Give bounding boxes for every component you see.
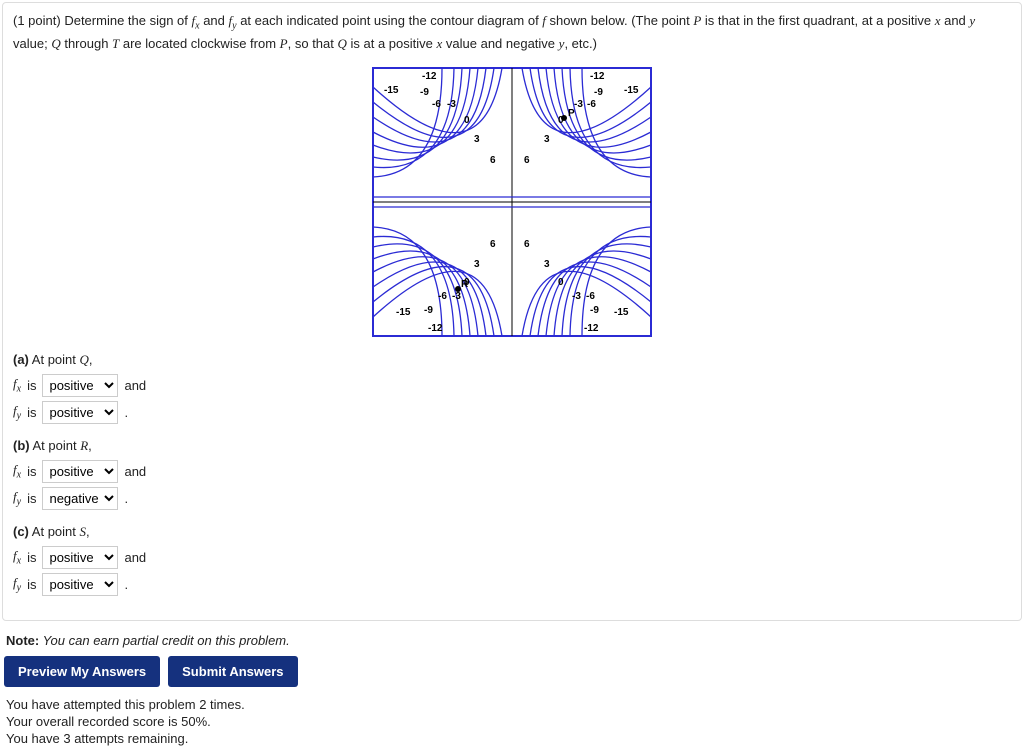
svg-text:-3: -3 (447, 99, 456, 110)
part-c-title: (c) At point S, (13, 524, 1011, 540)
submit-button[interactable]: Submit Answers (168, 656, 297, 687)
points-label: (1 point) (13, 13, 61, 28)
svg-text:-3: -3 (452, 291, 461, 302)
svg-text:-12: -12 (590, 71, 605, 82)
fx-symbol: fx (192, 13, 200, 28)
svg-text:-9: -9 (420, 87, 429, 98)
partial-credit-note: Note: You can earn partial credit on thi… (6, 633, 1024, 648)
fy-symbol: fy (229, 13, 237, 28)
score-status: Your overall recorded score is 50%. (6, 714, 1024, 729)
svg-text:-15: -15 (614, 307, 629, 318)
svg-text:-6: -6 (432, 99, 441, 110)
fx-label: fx (13, 376, 21, 395)
contour-diagram: -15 -12 -9 -6 -3 0 3 6 -15 -12 -9 -3 -6 … (13, 67, 1011, 340)
svg-text:-9: -9 (424, 305, 433, 316)
svg-text:-3: -3 (572, 291, 581, 302)
remaining-status: You have 3 attempts remaining. (6, 731, 1024, 746)
svg-text:-15: -15 (396, 307, 411, 318)
part-b-fy-select[interactable]: ?positivenegativezero (42, 487, 118, 510)
svg-text:-12: -12 (584, 323, 599, 334)
svg-text:-15: -15 (384, 85, 399, 96)
problem-container: (1 point) Determine the sign of fx and f… (2, 2, 1022, 621)
attempts-status: You have attempted this problem 2 times. (6, 697, 1024, 712)
svg-text:3: 3 (474, 134, 480, 145)
fy-label: fy (13, 575, 21, 594)
svg-text:P: P (568, 108, 575, 119)
svg-text:3: 3 (474, 259, 480, 270)
svg-text:3: 3 (544, 134, 550, 145)
prompt-text: Determine the sign of (64, 13, 191, 28)
svg-text:0: 0 (558, 277, 564, 288)
part-b-title: (b) At point R, (13, 438, 1011, 454)
part-b-fx-select[interactable]: ?positivenegativezero (42, 460, 118, 483)
problem-prompt: (1 point) Determine the sign of fx and f… (13, 11, 1011, 53)
button-bar: Preview My Answers Submit Answers (4, 656, 1024, 687)
part-a: (a) At point Q, fx is ?positivenegativez… (13, 352, 1011, 424)
svg-text:-12: -12 (428, 323, 443, 334)
svg-text:-9: -9 (594, 87, 603, 98)
svg-text:0: 0 (464, 115, 470, 126)
svg-text:-6: -6 (587, 99, 596, 110)
svg-text:-12: -12 (422, 71, 437, 82)
svg-text:6: 6 (524, 155, 530, 166)
svg-text:3: 3 (544, 259, 550, 270)
contour-svg: -15 -12 -9 -6 -3 0 3 6 -15 -12 -9 -3 -6 … (372, 67, 652, 337)
part-c-fy-select[interactable]: ?positivenegativezero (42, 573, 118, 596)
part-a-fy-select[interactable]: ?positivenegativezero (42, 401, 118, 424)
svg-text:-15: -15 (624, 85, 639, 96)
fy-label: fy (13, 489, 21, 508)
svg-text:-6: -6 (438, 291, 447, 302)
svg-text:6: 6 (490, 239, 496, 250)
svg-text:-6: -6 (586, 291, 595, 302)
svg-text:6: 6 (490, 155, 496, 166)
svg-text:-3: -3 (574, 99, 583, 110)
fx-label: fx (13, 548, 21, 567)
svg-text:R: R (461, 279, 469, 290)
fx-label: fx (13, 462, 21, 481)
part-a-fx-select[interactable]: ?positivenegativezero (42, 374, 118, 397)
fy-label: fy (13, 403, 21, 422)
svg-text:-9: -9 (590, 305, 599, 316)
part-c: (c) At point S, fx is ?positivenegativez… (13, 524, 1011, 596)
part-a-title: (a) At point Q, (13, 352, 1011, 368)
answer-parts: (a) At point Q, fx is ?positivenegativez… (13, 352, 1011, 596)
part-c-fx-select[interactable]: ?positivenegativezero (42, 546, 118, 569)
preview-button[interactable]: Preview My Answers (4, 656, 160, 687)
part-b: (b) At point R, fx is ?positivenegativez… (13, 438, 1011, 510)
svg-text:6: 6 (524, 239, 530, 250)
